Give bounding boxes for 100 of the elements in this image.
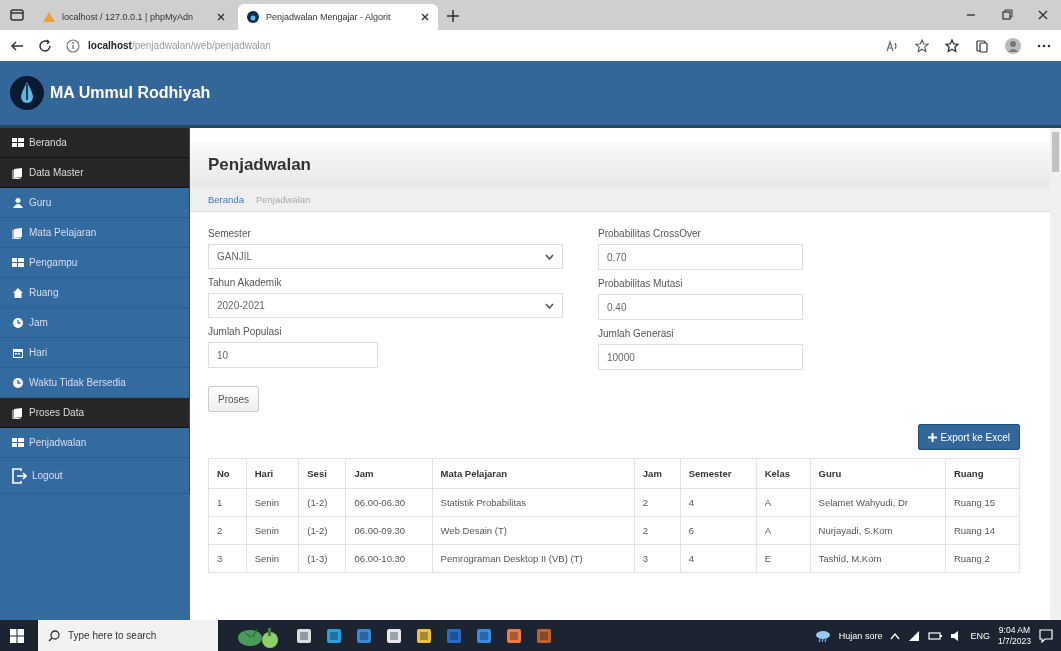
input-field[interactable]: 10	[208, 342, 378, 368]
select-field[interactable]: 2020-2021	[208, 293, 563, 318]
field-label: Probabilitas CrossOver	[598, 228, 701, 239]
logout-icon	[12, 467, 27, 484]
close-icon[interactable]	[1037, 9, 1049, 21]
book-icon	[12, 166, 24, 179]
table-cell: Statistik Probabilitas	[432, 488, 635, 517]
table-cell: 4	[680, 544, 757, 573]
info-icon	[66, 38, 80, 53]
network-icon[interactable]	[908, 629, 921, 642]
weather-text[interactable]: Hujan sore	[838, 630, 883, 641]
table-cell: Ruang 2	[945, 544, 1020, 573]
column-header: Ruang	[945, 458, 1020, 489]
table-cell: A	[756, 488, 811, 517]
book-icon	[12, 226, 24, 239]
chevron-up-icon[interactable]	[890, 631, 901, 640]
column-header: Mata Pelajaran	[432, 458, 635, 489]
clock-time[interactable]: 9:04 AM	[998, 625, 1031, 636]
column-header: Jam	[634, 458, 681, 489]
sidebar-item[interactable]: Beranda	[0, 128, 189, 158]
caret-icon	[545, 253, 554, 260]
grid-icon	[12, 256, 24, 269]
column-header: Hari	[246, 458, 299, 489]
table-cell: 2	[634, 488, 681, 517]
language-indicator[interactable]: ENG	[970, 630, 990, 641]
table-cell: Web Desain (T)	[432, 516, 635, 545]
process-button[interactable]: Proses	[208, 386, 260, 412]
field-label: Probabilitas Mutasi	[598, 278, 683, 289]
column-header: Sesi	[298, 458, 346, 489]
table-cell: Selamet Wahyudi, Dr	[810, 488, 946, 517]
browser-tab[interactable]: localhost / 127.0.0.1 | phpMyAdn	[34, 4, 234, 30]
table-cell: 3	[208, 544, 247, 573]
drop-logo-icon	[10, 76, 44, 110]
column-header: Guru	[810, 458, 946, 489]
notification-icon[interactable]	[1039, 628, 1053, 643]
tab-actions-icon[interactable]	[10, 8, 24, 22]
input-field[interactable]: 0.70	[598, 244, 803, 270]
table-cell: 06.00-10.30	[345, 544, 433, 573]
browser-tab[interactable]: Penjadwalan Mengajar - Algorit	[238, 4, 438, 30]
search-icon	[48, 629, 60, 642]
collections-icon[interactable]	[975, 38, 989, 53]
table-cell: E	[756, 544, 811, 573]
read-aloud-icon[interactable]	[885, 38, 899, 53]
weather-icon[interactable]	[814, 628, 831, 643]
table-cell: 3	[634, 544, 681, 573]
clock-icon	[12, 316, 24, 329]
clock-icon	[12, 376, 24, 389]
select-field[interactable]: GANJIL	[208, 244, 563, 269]
field-label: Semester	[208, 228, 251, 239]
table-cell: Ruang 15	[945, 488, 1020, 517]
scrollbar[interactable]	[1050, 128, 1061, 620]
table-cell: (1-2)	[298, 516, 346, 545]
triangle-icon	[42, 10, 56, 24]
export-button[interactable]: Export ke Excel	[917, 424, 1020, 450]
close-icon[interactable]	[420, 12, 430, 22]
caret-icon	[545, 302, 554, 309]
page-title: Penjadwalan	[208, 154, 311, 175]
house-icon	[12, 286, 24, 299]
breadcrumb-link[interactable]: Beranda	[208, 193, 244, 205]
table-cell: Nurjayadi, S.Kom	[810, 516, 946, 545]
table-cell: 2	[208, 516, 247, 545]
address-field[interactable]: localhost/penjadwalan/web/penjadwalan	[66, 38, 871, 53]
avatar-icon[interactable]	[1005, 37, 1021, 54]
field-label: Jumlah Populasi	[208, 326, 282, 337]
sidebar-item[interactable]: Proses Data	[0, 398, 189, 428]
field-label: Jumlah Generasi	[598, 328, 674, 339]
taskbar-search-field[interactable]: Type here to search	[38, 620, 218, 651]
battery-icon[interactable]	[928, 630, 943, 641]
column-header: Kelas	[756, 458, 811, 489]
input-field[interactable]: 10000	[598, 344, 803, 370]
table-cell: A	[756, 516, 811, 545]
table-cell: (1-3)	[298, 544, 346, 573]
table-cell: 1	[208, 488, 247, 517]
windows-start-icon[interactable]	[10, 628, 24, 643]
input-field[interactable]: 0.40	[598, 294, 803, 320]
restore-icon[interactable]	[1001, 9, 1013, 21]
book-icon	[12, 406, 24, 419]
site-title[interactable]: MA Ummul Rodhiyah	[50, 84, 211, 102]
table-cell: 06.00-06.30	[345, 488, 433, 517]
sidebar-item[interactable]: Data Master	[0, 158, 189, 188]
site-logo-icon	[246, 10, 260, 24]
back-icon[interactable]	[10, 38, 24, 53]
column-header: Jam	[345, 458, 433, 489]
favorite-icon[interactable]	[915, 38, 929, 53]
table-cell: (1-2)	[298, 488, 346, 517]
refresh-icon[interactable]	[38, 38, 52, 53]
column-header: Semester	[680, 458, 757, 489]
table-cell: Ruang 14	[945, 516, 1020, 545]
scroll-thumb[interactable]	[1052, 132, 1059, 172]
clock-date[interactable]: 1/7/2023	[997, 635, 1031, 646]
favorites-icon[interactable]	[945, 38, 959, 53]
grid-icon	[12, 436, 24, 449]
new-tab-icon[interactable]	[446, 9, 460, 23]
breadcrumb-current: Penjadwalan	[255, 193, 311, 205]
user-icon	[12, 196, 24, 209]
close-icon[interactable]	[216, 12, 226, 22]
table-cell: Tashid, M.Kom	[810, 544, 946, 573]
table-cell: 06.00-09.30	[345, 516, 433, 545]
column-header: No	[208, 458, 247, 489]
field-label: Tahun Akademik	[208, 277, 282, 288]
